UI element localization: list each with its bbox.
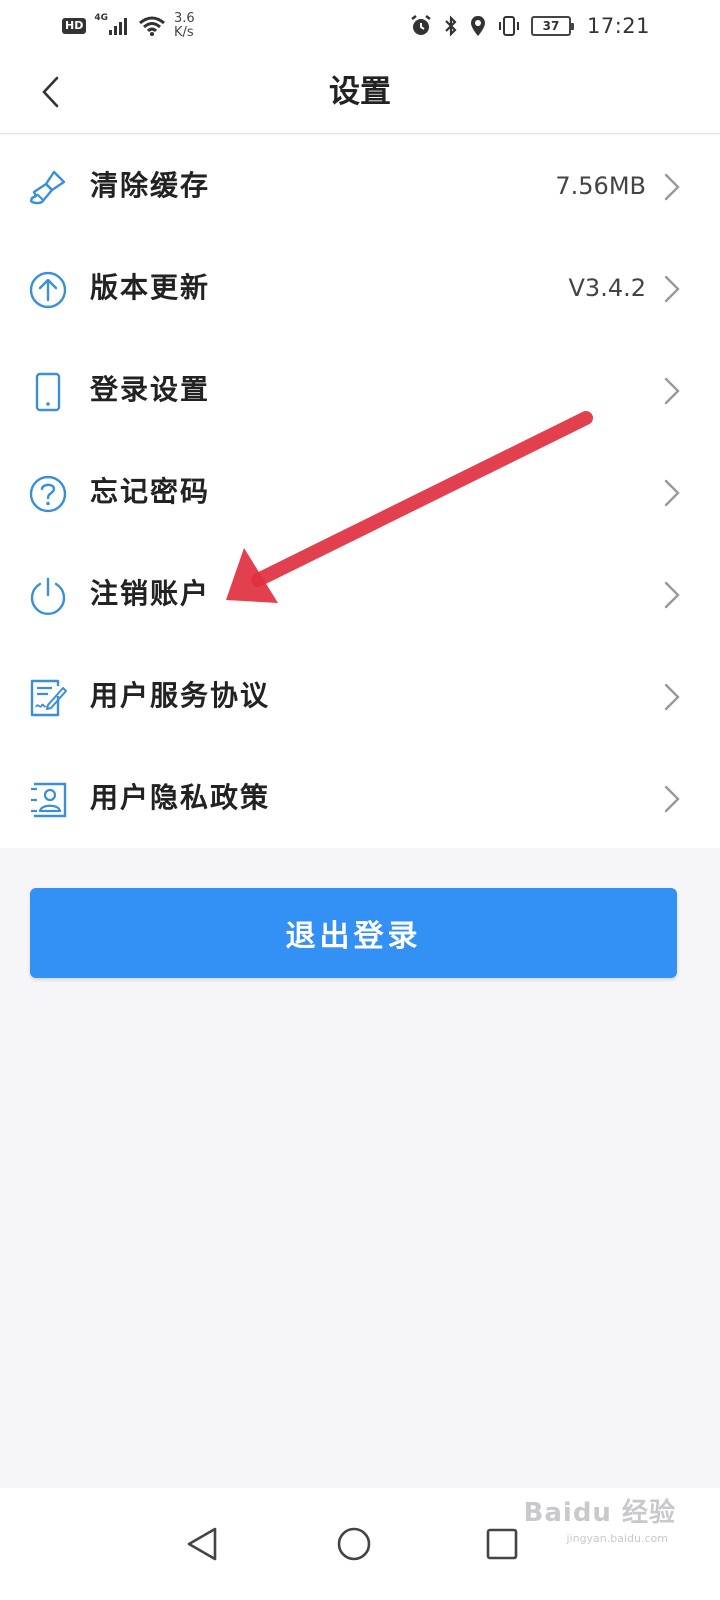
chevron-right-icon (664, 581, 680, 609)
chevron-right-icon (664, 173, 680, 201)
settings-screen: HD 4G 3.6 K/s 37 17:21 设置 清除缓存 7.56MB 版本… (0, 0, 720, 1600)
settings-item-user-agreement[interactable]: 用户服务协议 (0, 645, 720, 747)
square-recents-icon (486, 1528, 518, 1560)
signal-icon (109, 18, 127, 35)
nav-back-button[interactable] (166, 1508, 238, 1580)
watermark: Baidu 经验 (523, 1498, 676, 1528)
network-speed: 3.6 K/s (174, 12, 195, 40)
network-type: 4G (94, 13, 108, 23)
settings-item-privacy-policy[interactable]: 用户隐私政策 (0, 747, 720, 849)
settings-item-label: 登录设置 (90, 373, 211, 406)
speed-unit: K/s (174, 25, 194, 40)
clock: 17:21 (586, 14, 650, 38)
hd-badge: HD (62, 18, 87, 34)
document-sign-icon (30, 679, 67, 717)
nav-home-button[interactable] (318, 1508, 390, 1580)
settings-item-version-update[interactable]: 版本更新 V3.4.2 (0, 237, 720, 339)
location-icon (470, 16, 485, 36)
battery-indicator: 37 (530, 16, 574, 36)
user-card-icon (31, 782, 67, 818)
settings-item-clear-cache[interactable]: 清除缓存 7.56MB (0, 135, 720, 237)
cache-size-value: 7.56MB (555, 172, 646, 200)
back-button[interactable] (22, 64, 78, 120)
bluetooth-icon (445, 15, 457, 37)
settings-item-label: 注销账户 (90, 577, 211, 610)
settings-item-forgot-password[interactable]: 忘记密码 (0, 441, 720, 543)
phone-icon (35, 372, 61, 412)
status-bar: HD 4G 3.6 K/s 37 17:21 (0, 0, 720, 50)
watermark-url: jingyan.baidu.com (566, 1532, 668, 1545)
settings-item-label: 用户服务协议 (90, 679, 271, 712)
settings-item-deactivate-account[interactable]: 注销账户 (0, 543, 720, 645)
alarm-icon (411, 15, 431, 35)
vibrate-icon (498, 16, 519, 36)
settings-item-login-settings[interactable]: 登录设置 (0, 339, 720, 441)
settings-item-label: 忘记密码 (90, 475, 211, 508)
settings-item-label: 用户隐私政策 (90, 781, 271, 814)
status-left: HD 4G 3.6 K/s (62, 8, 195, 44)
status-right: 37 17:21 (409, 8, 650, 44)
settings-item-label: 清除缓存 (90, 169, 211, 202)
circle-home-icon (337, 1527, 371, 1561)
chevron-right-icon (664, 275, 680, 303)
chevron-right-icon (664, 377, 680, 405)
settings-item-label: 版本更新 (90, 271, 211, 304)
chevron-right-icon (664, 479, 680, 507)
arrow-up-circle-icon (29, 271, 67, 309)
chevron-right-icon (664, 785, 680, 813)
settings-list: 清除缓存 7.56MB 版本更新 V3.4.2 登录设置 忘记密码 注销账户 用… (0, 135, 720, 848)
version-value: V3.4.2 (568, 274, 646, 302)
logout-button[interactable]: 退出登录 (30, 888, 677, 978)
brush-icon (29, 170, 66, 205)
wifi-icon (139, 16, 165, 36)
question-circle-icon (29, 475, 67, 513)
chevron-left-icon (42, 76, 59, 108)
app-header: 设置 (0, 50, 720, 134)
power-icon (30, 577, 66, 616)
chevron-right-icon (664, 683, 680, 711)
battery-level: 37 (542, 19, 560, 33)
speed-value: 3.6 (174, 11, 195, 26)
triangle-back-icon (187, 1527, 217, 1561)
page-title: 设置 (329, 74, 391, 110)
